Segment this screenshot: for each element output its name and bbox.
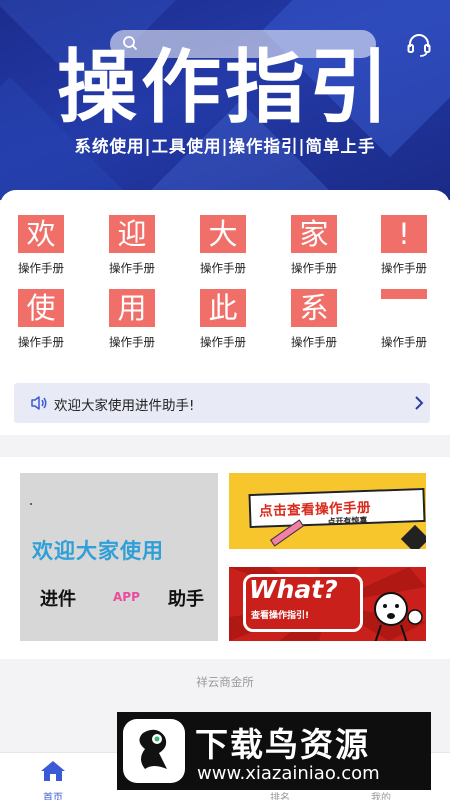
grid-tile: 迎 <box>109 215 155 253</box>
what-banner-title: What? <box>249 575 338 604</box>
grid-item[interactable]: 此 操作手册 <box>188 289 258 350</box>
notice-text: 欢迎大家使用进件助手! <box>54 398 195 414</box>
grid-item[interactable]: ! 操作手册 <box>369 215 439 276</box>
what-banner[interactable]: What? 查看操作指引! <box>229 567 426 641</box>
manual-banner-subtitle: 点开有惊喜 <box>327 515 368 527</box>
grid-tile: 大 <box>200 215 246 253</box>
grid-item[interactable]: 欢 操作手册 <box>6 215 76 276</box>
cartoon-face-icon <box>367 587 423 641</box>
grid-label: 操作手册 <box>109 335 155 349</box>
hero-subtitle: 系统使用|工具使用|操作指引|简单上手 <box>74 137 376 156</box>
bird-logo-icon <box>123 719 185 787</box>
grid-tile: 系 <box>291 289 337 327</box>
welcome-banner-app: APP <box>113 590 140 604</box>
grid-label: 操作手册 <box>381 335 427 349</box>
grid-label: 操作手册 <box>291 261 337 275</box>
grid-item[interactable]: 大 操作手册 <box>188 215 258 276</box>
grid-item[interactable]: 迎 操作手册 <box>97 215 167 276</box>
grid-item[interactable]: 家 操作手册 <box>279 215 349 276</box>
home-icon <box>39 761 67 787</box>
grid-label: 操作手册 <box>109 261 155 275</box>
what-banner-subtitle: 查看操作指引! <box>251 611 310 621</box>
tab-home[interactable]: 首页 <box>18 759 88 800</box>
tab-rank-label: 排名 <box>270 793 290 800</box>
menu-card: 欢 操作手册 迎 操作手册 大 操作手册 家 操作手册 ! 操作手册 使 操作手… <box>0 190 450 435</box>
grid-label: 操作手册 <box>200 261 246 275</box>
grid-tile: 用 <box>109 289 155 327</box>
welcome-banner[interactable]: 欢迎大家使用 进件 APP 助手 <box>20 473 218 641</box>
grid-tile: 家 <box>291 215 337 253</box>
grid-tile: 此 <box>200 289 246 327</box>
manual-banner[interactable]: 点击查看操作手册 点开有惊喜 <box>229 473 426 549</box>
welcome-banner-line2: 进件 <box>40 589 76 610</box>
grid-label: 操作手册 <box>200 335 246 349</box>
watermark-url: www.xiazainiao.com <box>197 763 380 784</box>
watermark: 下载鸟资源 www.xiazainiao.com <box>117 712 431 790</box>
tab-me-label: 我的 <box>371 793 391 800</box>
grid-item[interactable]: 使 操作手册 <box>6 289 76 350</box>
grid-item[interactable]: 用 操作手册 <box>97 289 167 350</box>
speaker-icon <box>30 395 48 415</box>
hero-banner: 操作指引 系统使用|工具使用|操作指引|简单上手 <box>0 0 450 200</box>
grid-tile: 欢 <box>18 215 64 253</box>
grid-tile: ! <box>381 215 427 253</box>
grid-tile <box>381 289 427 299</box>
grid-label: 操作手册 <box>381 261 427 275</box>
grid-tile: 使 <box>18 289 64 327</box>
chevron-right-icon[interactable] <box>414 395 424 415</box>
promo-section: 欢迎大家使用 进件 APP 助手 点击查看操作手册 点开有惊喜 What? 查看… <box>0 457 450 659</box>
grid-label: 操作手册 <box>18 261 64 275</box>
watermark-brand: 下载鸟资源 <box>195 725 370 764</box>
tab-home-label: 首页 <box>43 793 63 800</box>
hero-title: 操作指引 <box>57 41 393 134</box>
grid-item[interactable]: 操作手册 <box>369 289 439 350</box>
notice-bar[interactable]: 欢迎大家使用进件助手! <box>14 383 430 423</box>
grid-item[interactable]: 系 操作手册 <box>279 289 349 350</box>
welcome-banner-line4: 助手 <box>168 589 204 610</box>
company-name: 祥云商金所 <box>196 675 254 689</box>
manual-board: 点击查看操作手册 点开有惊喜 <box>248 487 426 529</box>
grid-label: 操作手册 <box>18 335 64 349</box>
grid-label: 操作手册 <box>291 335 337 349</box>
welcome-banner-line1: 欢迎大家使用 <box>32 539 164 563</box>
